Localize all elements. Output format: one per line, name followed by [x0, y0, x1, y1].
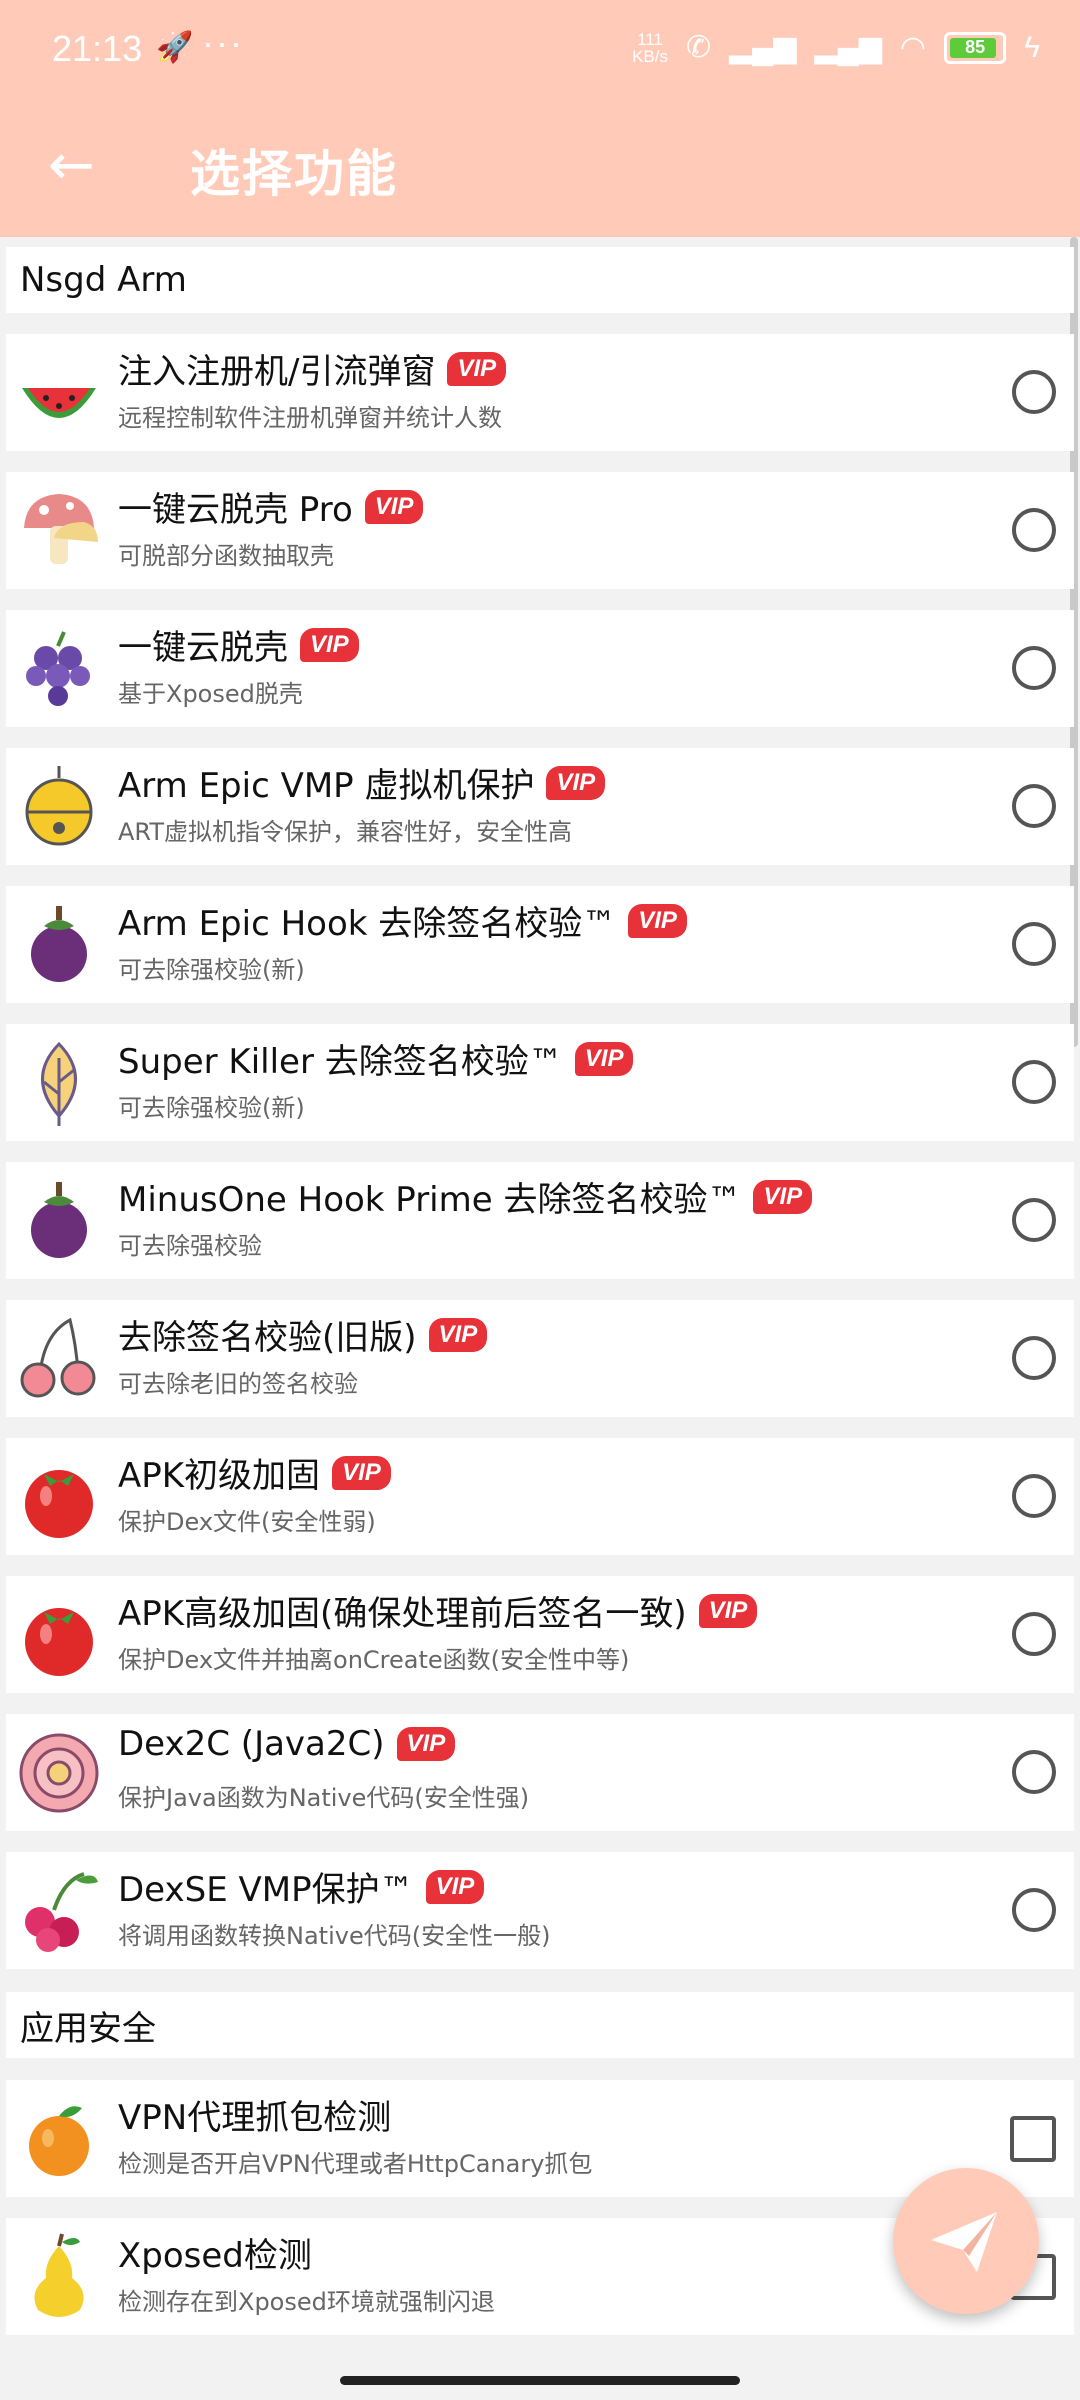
option-name: Arm Epic VMP 虚拟机保护 VIP	[118, 758, 606, 807]
option-description: 可去除强校验(新)	[118, 1094, 305, 1122]
vip-badge: VIP	[300, 627, 359, 662]
option-card[interactable]: APK初级加固 VIP 保护Dex文件(安全性弱)	[6, 1438, 1074, 1555]
option-description: 可去除强校验(新)	[118, 956, 305, 984]
radio-button[interactable]	[1012, 1888, 1056, 1932]
paper-plane-icon	[931, 2212, 997, 2272]
option-name: Super Killer 去除签名校验™ VIP	[118, 1034, 634, 1083]
radio-button[interactable]	[1012, 370, 1056, 414]
tomato-icon	[25, 1608, 93, 1676]
signal-icon: ▂▄▆	[729, 31, 797, 64]
vip-badge: VIP	[428, 1317, 488, 1352]
option-name: APK初级加固 VIP	[118, 1448, 391, 1497]
signal-hd-icon: ▂▄▆	[814, 31, 882, 64]
grapes-icon	[26, 631, 90, 706]
gesture-bar[interactable]	[340, 2376, 740, 2385]
call-icon: ✆	[685, 31, 712, 64]
option-name: 去除签名校验(旧版) VIP	[118, 1310, 488, 1359]
bell-icon	[25, 766, 93, 846]
vip-badge: VIP	[546, 765, 606, 800]
radio-button[interactable]	[1012, 1474, 1056, 1518]
back-arrow-icon[interactable]: ←	[48, 138, 95, 194]
option-description: 检测是否开启VPN代理或者HttpCanary抓包	[118, 2150, 593, 2178]
tomato-icon	[25, 1470, 93, 1538]
option-description: 检测存在到Xposed环境就强制闪退	[118, 2288, 495, 2316]
orange-icon	[29, 2106, 89, 2176]
rocket-icon: 🚀	[156, 31, 194, 64]
vip-badge: VIP	[753, 1179, 813, 1214]
option-name: 注入注册机/引流弹窗 VIP	[118, 344, 507, 393]
page-title: 选择功能	[190, 145, 398, 203]
option-description: 远程控制软件注册机弹窗并统计人数	[118, 404, 502, 432]
option-card[interactable]: DexSE VMP保护™ VIP 将调用函数转换Native代码(安全性一般)	[6, 1852, 1074, 1969]
option-description: 可去除强校验	[118, 1232, 262, 1260]
option-description: 保护Dex文件并抽离onCreate函数(安全性中等)	[118, 1646, 630, 1674]
radio-button[interactable]	[1012, 1750, 1056, 1794]
option-description: ART虚拟机指令保护，兼容性好，安全性高	[118, 818, 573, 846]
option-description: 将调用函数转换Native代码(安全性一般)	[118, 1922, 551, 1950]
vip-badge: VIP	[698, 1593, 758, 1628]
cherry-cluster-icon	[25, 1872, 98, 1952]
status-bar: 21:13 🚀 ··· 111 KB/s ✆ ▂▄▆ ▂▄▆ ◠ 85 ϟ	[0, 0, 1080, 100]
option-card[interactable]: MinusOne Hook Prime 去除签名校验™ VIP 可去除强校验	[6, 1162, 1074, 1279]
wifi-icon: ◠	[899, 31, 927, 64]
section-header-app-security: 应用安全	[6, 1992, 1074, 2058]
send-fab[interactable]	[893, 2168, 1039, 2314]
radio-button[interactable]	[1012, 508, 1056, 552]
status-time: 21:13	[52, 28, 143, 69]
battery-icon: 85	[944, 31, 1007, 64]
radio-button[interactable]	[1012, 1060, 1056, 1104]
mangosteen-icon	[31, 1182, 87, 1258]
vip-badge: VIP	[447, 351, 507, 386]
option-card[interactable]: 一键云脱壳 VIP 基于Xposed脱壳	[6, 610, 1074, 727]
option-name: APK高级加固(确保处理前后签名一致) VIP	[118, 1586, 758, 1635]
option-name: 一键云脱壳 Pro VIP	[118, 482, 424, 531]
option-name: DexSE VMP保护™ VIP	[118, 1862, 485, 1911]
option-card[interactable]: 去除签名校验(旧版) VIP 可去除老旧的签名校验	[6, 1300, 1074, 1417]
checkbox[interactable]	[1010, 2116, 1056, 2162]
vip-badge: VIP	[332, 1455, 391, 1490]
radio-button[interactable]	[1012, 922, 1056, 966]
option-card[interactable]: 注入注册机/引流弹窗 VIP 远程控制软件注册机弹窗并统计人数	[6, 334, 1074, 451]
vip-badge: VIP	[628, 903, 687, 938]
option-card[interactable]: Dex2C (Java2C) VIP 保护Java函数为Native代码(安全性强…	[6, 1714, 1074, 1831]
radio-button[interactable]	[1012, 1612, 1056, 1656]
option-description: 保护Java函数为Native代码(安全性强)	[118, 1784, 530, 1812]
radio-button[interactable]	[1012, 646, 1056, 690]
option-description: 可去除老旧的签名校验	[118, 1370, 358, 1398]
option-name: VPN代理抓包检测	[118, 2098, 392, 2138]
option-name: 一键云脱壳 VIP	[118, 620, 359, 669]
vip-badge: VIP	[364, 489, 424, 524]
app-bar: ← 选择功能	[0, 100, 1080, 237]
option-description: 可脱部分函数抽取壳	[118, 542, 334, 570]
option-description: 保护Dex文件(安全性弱)	[118, 1508, 376, 1536]
rose-icon	[19, 1733, 99, 1813]
radio-button[interactable]	[1012, 784, 1056, 828]
vip-badge: VIP	[396, 1727, 456, 1761]
option-card[interactable]: Arm Epic Hook 去除签名校验™ VIP 可去除强校验(新)	[6, 886, 1074, 1003]
leaf-icon	[41, 1041, 77, 1126]
section-header-nsgd-arm: Nsgd Arm	[6, 247, 1074, 313]
charging-icon: ϟ	[1024, 30, 1040, 64]
option-name: Arm Epic Hook 去除签名校验™ VIP	[118, 896, 687, 945]
option-name: Xposed检测	[118, 2236, 312, 2276]
option-name: Dex2C (Java2C) VIP	[118, 1724, 456, 1764]
mushroom-icon	[24, 494, 98, 564]
cherries-icon	[20, 1317, 96, 1398]
option-name: MinusOne Hook Prime 去除签名校验™ VIP	[118, 1172, 813, 1221]
pear-icon	[34, 2233, 84, 2317]
vip-badge: VIP	[425, 1869, 485, 1904]
mangosteen-icon	[31, 906, 87, 982]
more-notifications-icon: ···	[202, 22, 244, 63]
radio-button[interactable]	[1012, 1336, 1056, 1380]
option-card[interactable]: 一键云脱壳 Pro VIP 可脱部分函数抽取壳	[6, 472, 1074, 589]
option-card[interactable]: APK高级加固(确保处理前后签名一致) VIP 保护Dex文件并抽离onCreat…	[6, 1576, 1074, 1693]
option-card[interactable]: Super Killer 去除签名校验™ VIP 可去除强校验(新)	[6, 1024, 1074, 1141]
option-description: 基于Xposed脱壳	[118, 680, 303, 708]
radio-button[interactable]	[1012, 1198, 1056, 1242]
watermelon-icon	[22, 388, 96, 418]
option-card[interactable]: Arm Epic VMP 虚拟机保护 VIP ART虚拟机指令保护，兼容性好，安全…	[6, 748, 1074, 865]
network-speed: 111 KB/s	[632, 29, 668, 66]
vip-badge: VIP	[574, 1041, 634, 1076]
